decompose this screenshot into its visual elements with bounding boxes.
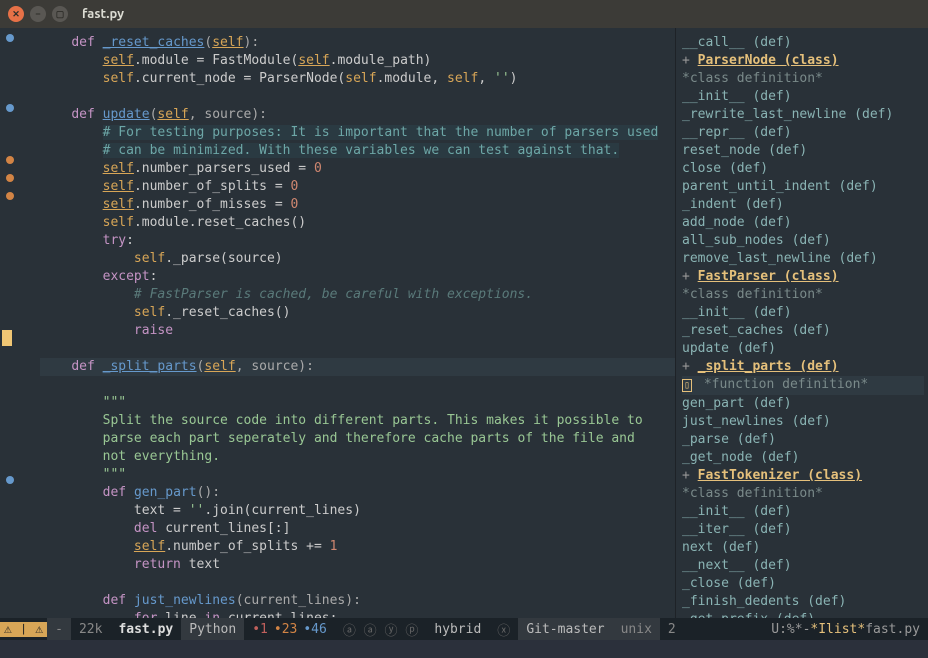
list-item[interactable]: close (def) bbox=[682, 160, 924, 178]
titlebar[interactable]: ✕ – ▢ fast.py bbox=[0, 0, 928, 28]
list-item[interactable]: __repr__ (def) bbox=[682, 124, 924, 142]
list-item[interactable]: _finish_dedents (def) bbox=[682, 593, 924, 611]
code-line: self._parse(source) bbox=[40, 251, 283, 266]
list-item[interactable]: *class definition* bbox=[682, 70, 924, 88]
lint-counts: •1 •23 •46 bbox=[244, 618, 335, 640]
list-item[interactable]: __call__ (def) bbox=[682, 34, 924, 52]
list-item[interactable]: *class definition* bbox=[682, 485, 924, 503]
code-line: def just_newlines(current_lines): bbox=[40, 593, 361, 608]
code-line-current: def _split_parts(self, source): bbox=[40, 358, 675, 376]
list-item[interactable]: update (def) bbox=[682, 340, 924, 358]
list-item[interactable]: _get_node (def) bbox=[682, 449, 924, 467]
code-line: self.number_of_misses = 0 bbox=[40, 197, 298, 212]
code-line: self.module = FastModule(self.module_pat… bbox=[40, 53, 431, 68]
code-line: # FastParser is cached, be careful with … bbox=[40, 287, 533, 302]
list-item[interactable]: *class definition* bbox=[682, 286, 924, 304]
list-item[interactable]: _parse (def) bbox=[682, 431, 924, 449]
code-line: self.module.reset_caches() bbox=[40, 215, 306, 230]
list-item[interactable]: + FastParser (class) bbox=[682, 268, 924, 286]
file-size: 22k bbox=[71, 618, 110, 640]
list-item[interactable]: __init__ (def) bbox=[682, 503, 924, 521]
list-item[interactable]: reset_node (def) bbox=[682, 142, 924, 160]
code-line: """ bbox=[40, 467, 126, 482]
list-item[interactable]: gen_part (def) bbox=[682, 395, 924, 413]
flycheck-warn[interactable]: ⚠ ❘ ⚠ bbox=[0, 622, 47, 637]
list-item[interactable]: parent_until_indent (def) bbox=[682, 178, 924, 196]
minimize-icon[interactable]: – bbox=[30, 6, 46, 22]
code-line: except: bbox=[40, 269, 157, 284]
list-item[interactable]: __iter__ (def) bbox=[682, 521, 924, 539]
lang-mode[interactable]: Python bbox=[181, 618, 244, 640]
list-item[interactable]: + ParserNode (class) bbox=[682, 52, 924, 70]
list-item[interactable]: __init__ (def) bbox=[682, 304, 924, 322]
list-item[interactable]: __next__ (def) bbox=[682, 557, 924, 575]
code-line: Split the source code into different par… bbox=[40, 413, 643, 428]
code-line: self.number_of_splits = 0 bbox=[40, 179, 298, 194]
code-line: del current_lines[:] bbox=[40, 521, 290, 536]
window-title: fast.py bbox=[82, 7, 124, 21]
list-item[interactable]: _close (def) bbox=[682, 575, 924, 593]
hybrid-mode: hybrid bbox=[426, 618, 489, 640]
minor-modes: ⓐ ⓐ ⓨ ⓟ bbox=[335, 618, 426, 640]
right-status: U:%*- *Ilist* fast.py bbox=[763, 618, 928, 640]
code-line: self.current_node = ParserNode(self.modu… bbox=[40, 71, 517, 86]
code-line: self.number_parsers_used = 0 bbox=[40, 161, 322, 176]
split-container: def _reset_caches(self): self.module = F… bbox=[0, 28, 928, 618]
maximize-icon[interactable]: ▢ bbox=[52, 6, 68, 22]
list-item[interactable]: next (def) bbox=[682, 539, 924, 557]
file-name: fast.py bbox=[110, 618, 181, 640]
list-item[interactable]: all_sub_nodes (def) bbox=[682, 232, 924, 250]
code-line: not everything. bbox=[40, 449, 220, 464]
code-line: self.number_of_splits += 1 bbox=[40, 539, 337, 554]
list-item[interactable]: _reset_caches (def) bbox=[682, 322, 924, 340]
code-line: def update(self, source): bbox=[40, 107, 267, 122]
position: 2 bbox=[660, 618, 684, 640]
vc-branch[interactable]: Git-master bbox=[518, 618, 612, 640]
list-item[interactable]: remove_last_newline (def) bbox=[682, 250, 924, 268]
list-item[interactable]: just_newlines (def) bbox=[682, 413, 924, 431]
close-icon[interactable]: ✕ bbox=[8, 6, 24, 22]
code-line: try: bbox=[40, 233, 134, 248]
list-item[interactable]: + FastTokenizer (class) bbox=[682, 467, 924, 485]
code-line: def _reset_caches(self): bbox=[40, 35, 259, 50]
code-line: def gen_part(): bbox=[40, 485, 220, 500]
statusbar: ⚠ ❘ ⚠ - 22k fast.py Python •1 •23 •46 ⓐ … bbox=[0, 618, 928, 640]
list-item[interactable]: _rewrite_last_newline (def) bbox=[682, 106, 924, 124]
minibuffer[interactable] bbox=[0, 640, 928, 658]
list-item[interactable]: + _split_parts (def) bbox=[682, 358, 924, 376]
code-editor[interactable]: def _reset_caches(self): self.module = F… bbox=[0, 28, 675, 618]
code-line: """ bbox=[40, 395, 126, 410]
list-item[interactable]: __init__ (def) bbox=[682, 88, 924, 106]
fringe bbox=[0, 28, 20, 618]
code-line: raise bbox=[40, 323, 173, 338]
code-line: # For testing purposes: It is important … bbox=[40, 125, 658, 140]
code-line: text = ''.join(current_lines) bbox=[40, 503, 361, 518]
code-line: for line in current_lines: bbox=[40, 611, 337, 618]
dash: - bbox=[47, 618, 71, 640]
code-line: return text bbox=[40, 557, 220, 572]
list-item[interactable]: _get_prefix (def) bbox=[682, 611, 924, 618]
list-item[interactable]: _indent (def) bbox=[682, 196, 924, 214]
code-line: parse each part seperately and therefore… bbox=[40, 431, 635, 446]
imenu-list[interactable]: __call__ (def) + ParserNode (class) *cla… bbox=[675, 28, 928, 618]
encoding: unix bbox=[613, 618, 660, 640]
list-item-current[interactable]: ▯ *function definition* bbox=[682, 376, 924, 395]
code-area[interactable]: def _reset_caches(self): self.module = F… bbox=[20, 28, 675, 618]
editor-window: ✕ – ▢ fast.py def _reset_caches(self): s… bbox=[0, 0, 928, 658]
cursor-mark-icon: ▯ bbox=[682, 379, 692, 392]
code-line: # can be minimized. With these variables… bbox=[40, 143, 619, 158]
list-item[interactable]: add_node (def) bbox=[682, 214, 924, 232]
x-icon: ⓧ bbox=[489, 618, 518, 640]
code-line: self._reset_caches() bbox=[40, 305, 290, 320]
